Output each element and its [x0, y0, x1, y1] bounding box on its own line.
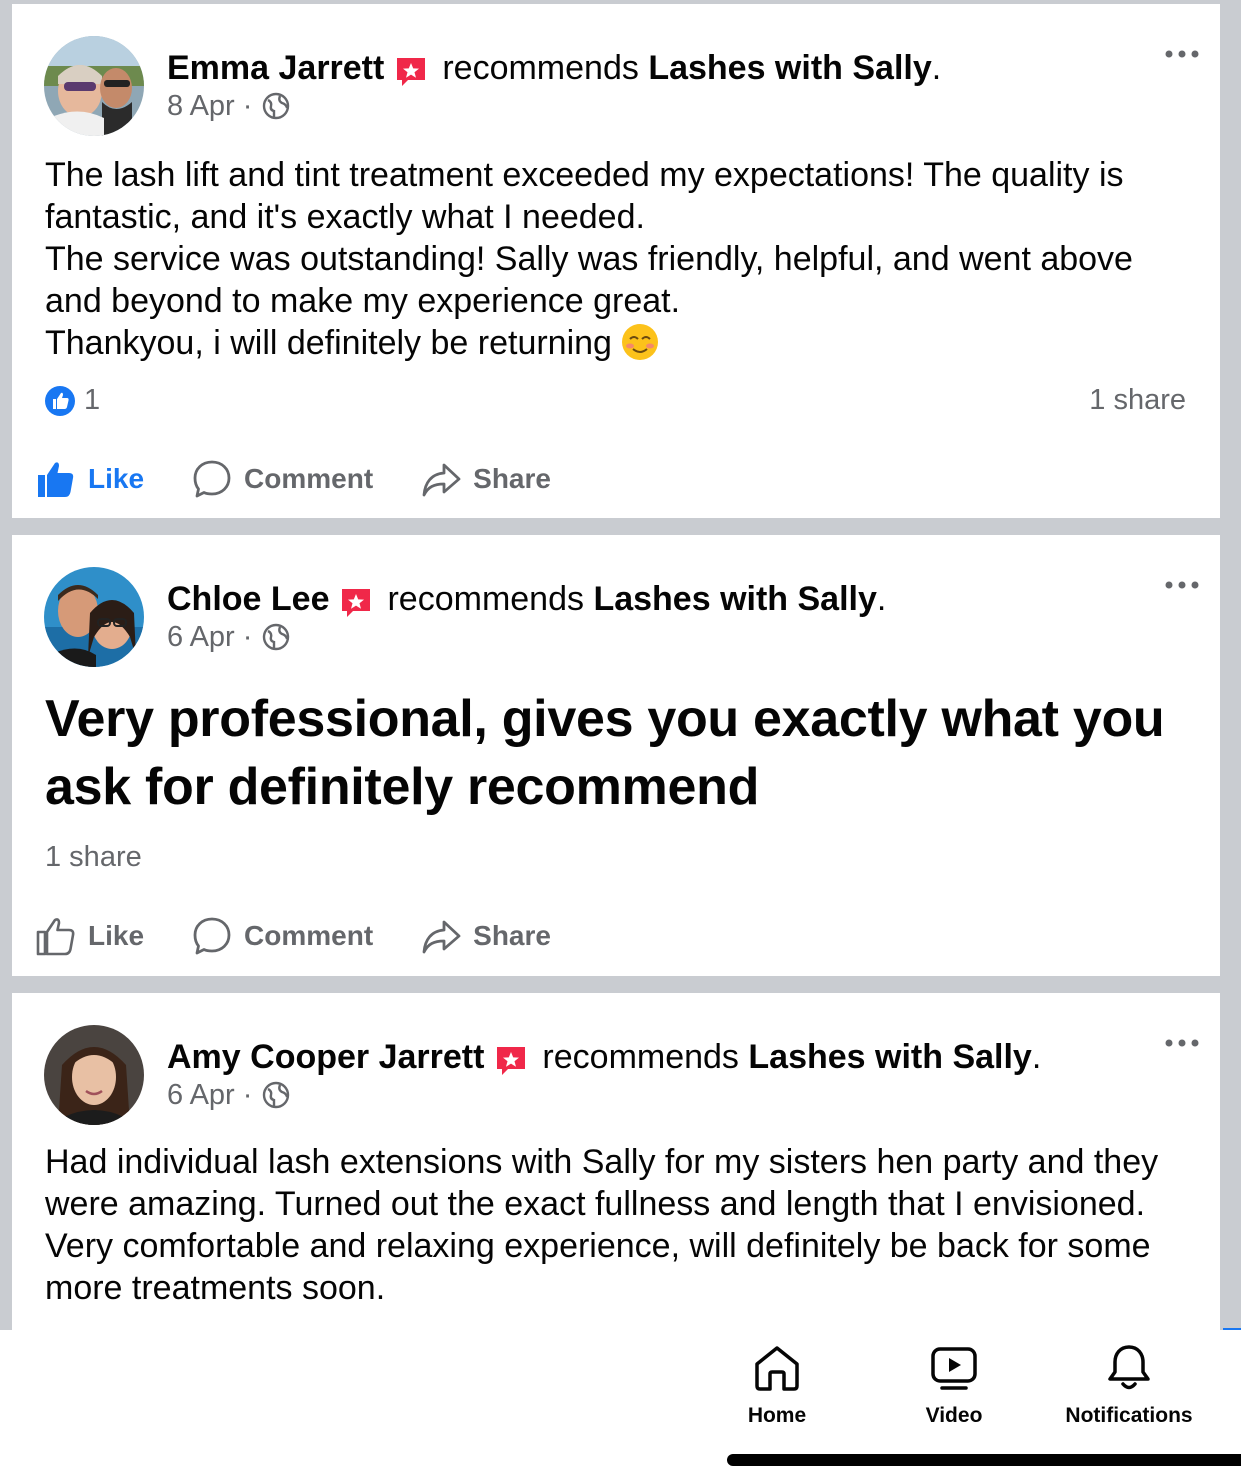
- like-button[interactable]: Like: [36, 916, 144, 956]
- action-bar: Like Comment Share: [36, 916, 599, 956]
- thumbs-up-icon: [38, 462, 74, 497]
- post-card: Chloe Lee recommends Lashes with Sally. …: [12, 535, 1220, 976]
- share-arrow-icon: [422, 463, 461, 497]
- globe-icon: [262, 623, 290, 651]
- comment-button[interactable]: Comment: [192, 459, 373, 499]
- post-meta: 6 Apr ·: [167, 1077, 290, 1113]
- comment-icon: [193, 460, 231, 498]
- author-name[interactable]: Amy Cooper Jarrett: [167, 1035, 484, 1079]
- post-date[interactable]: 6 Apr: [167, 619, 235, 655]
- like-reaction-icon: [45, 385, 75, 416]
- post-card: Amy Cooper Jarrett recommends Lashes wit…: [12, 993, 1220, 1333]
- recommends-text: recommends: [442, 49, 639, 87]
- recommend-icon: [394, 55, 428, 89]
- more-options-icon[interactable]: [1164, 44, 1200, 64]
- recommend-icon: [494, 1044, 528, 1078]
- post-meta: 8 Apr ·: [167, 88, 290, 124]
- avatar[interactable]: [44, 36, 144, 136]
- recommends-text: recommends: [542, 1038, 739, 1076]
- globe-icon: [262, 92, 290, 120]
- recommends-text: recommends: [387, 580, 584, 618]
- thumbs-up-icon: [36, 918, 75, 956]
- share-button[interactable]: Share: [421, 459, 551, 499]
- post-text-line: The service was outstanding! Sally was f…: [45, 240, 1133, 320]
- post-body: The lash lift and tint treatment exceede…: [45, 154, 1180, 364]
- like-button[interactable]: Like: [36, 459, 144, 499]
- tab-notifications[interactable]: Notifications: [1039, 1342, 1219, 1428]
- video-icon: [931, 1347, 977, 1390]
- smiling-face-emoji-icon: [620, 322, 660, 362]
- avatar[interactable]: [44, 567, 144, 667]
- post-card: Emma Jarrett recommends Lashes with Sall…: [12, 4, 1220, 518]
- comment-icon: [193, 917, 231, 955]
- post-meta: 6 Apr ·: [167, 619, 290, 655]
- post-date[interactable]: 8 Apr: [167, 88, 235, 124]
- post-header: Emma Jarrett recommends Lashes with Sall…: [167, 46, 941, 90]
- post-text-line: The lash lift and tint treatment exceede…: [45, 156, 1124, 236]
- tab-video[interactable]: Video: [864, 1342, 1044, 1428]
- more-options-icon[interactable]: [1164, 575, 1200, 595]
- share-button[interactable]: Share: [421, 916, 551, 956]
- action-bar: Like Comment Share: [36, 459, 599, 499]
- share-arrow-icon: [422, 920, 461, 954]
- post-text-line: Thankyou, i will definitely be returning: [45, 324, 612, 362]
- share-count[interactable]: 1 share: [45, 841, 142, 874]
- comment-button[interactable]: Comment: [192, 916, 373, 956]
- post-header: Amy Cooper Jarrett recommends Lashes wit…: [167, 1035, 1041, 1079]
- tab-home[interactable]: Home: [687, 1342, 867, 1428]
- home-icon: [755, 1346, 799, 1391]
- avatar[interactable]: [44, 1025, 144, 1125]
- post-body: Very professional, gives you exactly wha…: [45, 690, 1165, 816]
- more-options-icon[interactable]: [1164, 1033, 1200, 1053]
- author-name[interactable]: Emma Jarrett: [167, 46, 384, 90]
- reaction-count: 1: [84, 384, 101, 416]
- home-indicator: [727, 1454, 1241, 1466]
- reaction-summary[interactable]: 1: [44, 384, 100, 417]
- post-date[interactable]: 6 Apr: [167, 1077, 235, 1113]
- page-name[interactable]: Lashes with Sally: [593, 577, 876, 621]
- bell-icon: [1108, 1345, 1150, 1390]
- post-body: Had individual lash extensions with Sall…: [45, 1143, 1159, 1307]
- page-name[interactable]: Lashes with Sally: [748, 1035, 1031, 1079]
- post-header: Chloe Lee recommends Lashes with Sally.: [167, 577, 886, 621]
- recommend-icon: [339, 586, 373, 620]
- author-name[interactable]: Chloe Lee: [167, 577, 329, 621]
- page-name[interactable]: Lashes with Sally: [648, 46, 931, 90]
- globe-icon: [262, 1081, 290, 1109]
- share-count[interactable]: 1 share: [1089, 384, 1186, 417]
- feed-page: Emma Jarrett recommends Lashes with Sall…: [0, 0, 1241, 1480]
